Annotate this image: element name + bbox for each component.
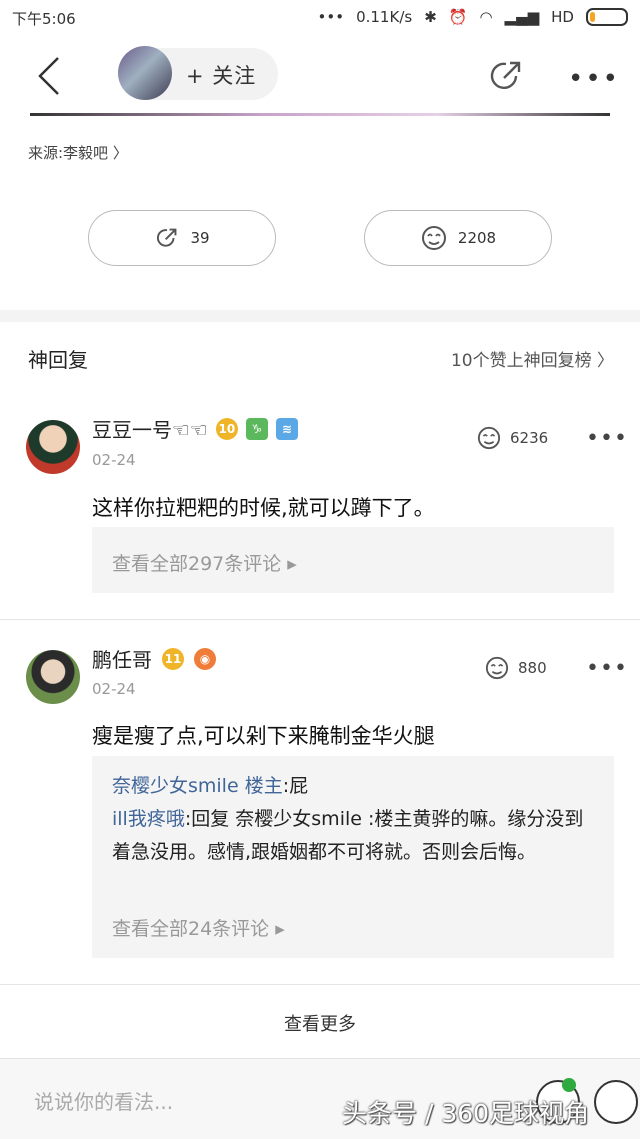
reply-author[interactable]: 奈樱少女smile 楼主 xyxy=(112,775,283,797)
comment-text: 这样你拉粑粑的时候,就可以蹲下了。 xyxy=(92,496,435,520)
cell-signal-icon: ▂▄▆ xyxy=(504,8,540,26)
share-count-button[interactable]: 39 xyxy=(88,210,276,266)
reply-text: :屁 xyxy=(282,775,309,797)
commenter-name[interactable]: 鹏任哥 xyxy=(92,644,152,673)
comment-header: 鹏任哥 11 ◉ xyxy=(92,644,216,673)
comment-divider xyxy=(0,619,640,620)
bluetooth-icon: ✱ xyxy=(424,8,437,26)
like-count: 2208 xyxy=(457,229,497,247)
battery-icon xyxy=(586,8,628,26)
share-icon xyxy=(157,228,177,247)
section-gap xyxy=(0,310,640,322)
comment-header: 豆豆一号☜☜ 10 ♑ ≋ xyxy=(92,414,298,443)
reply-box[interactable]: 查看全部297条评论 ▸ xyxy=(92,527,614,593)
comment-date: 02-24 xyxy=(92,680,136,698)
signal-dots-icon: ••• xyxy=(317,8,345,26)
water-badge-icon: ≋ xyxy=(275,417,298,440)
share-count: 39 xyxy=(190,229,210,247)
comment-input[interactable]: 说说你的看法... xyxy=(34,1086,173,1115)
section-title: 神回复 xyxy=(28,348,88,372)
thumbs-up-face-icon xyxy=(421,226,446,250)
comment-divider xyxy=(0,984,640,985)
alarm-icon: ⏰ xyxy=(448,8,468,26)
commenter-name[interactable]: 豆豆一号☜☜ xyxy=(92,414,208,443)
comment-more-icon[interactable]: ••• xyxy=(586,656,628,681)
reply-list: 奈樱少女smile 楼主:屁 ill我疼哦:回复 奈樱少女smile :楼主黄骅… xyxy=(112,770,598,869)
author-avatar[interactable] xyxy=(118,46,172,100)
commenter-avatar[interactable] xyxy=(26,650,80,704)
back-arrow-icon[interactable] xyxy=(36,56,62,96)
view-more-button[interactable]: 查看更多 xyxy=(0,1010,640,1036)
view-all-replies-link[interactable]: 查看全部297条评论 ▸ xyxy=(112,549,297,576)
reply-box[interactable]: 奈樱少女smile 楼主:屁 ill我疼哦:回复 奈樱少女smile :楼主黄骅… xyxy=(92,756,614,958)
more-options-icon[interactable]: ••• xyxy=(568,64,620,94)
hot-replies-ranking-link[interactable]: 10个赞上神回复榜 〉 xyxy=(451,346,614,371)
image-bottom-edge xyxy=(30,113,610,116)
status-time: 下午5:06 xyxy=(12,10,76,28)
network-speed: 0.11K/s xyxy=(356,8,413,26)
like-count-button[interactable]: 2208 xyxy=(364,210,552,266)
zodiac-badge-icon: ♑ xyxy=(245,417,268,440)
game-controller-badge-icon: ◉ xyxy=(194,647,216,670)
commenter-avatar[interactable] xyxy=(26,420,80,474)
wifi-icon: ◠ xyxy=(479,8,493,26)
follow-button[interactable]: + 关注 xyxy=(186,60,256,90)
view-all-replies-link[interactable]: 查看全部24条评论 ▸ xyxy=(112,914,285,941)
comment-date: 02-24 xyxy=(92,451,136,469)
watermark: 头条号 / 360足球视角 xyxy=(342,1099,590,1128)
hd-label: HD xyxy=(551,8,574,26)
reply-item[interactable]: 奈樱少女smile 楼主:屁 xyxy=(112,770,598,803)
share-icon[interactable] xyxy=(486,56,526,96)
comment-text: 瘦是瘦了点,可以剁下来腌制金华火腿 xyxy=(92,724,435,748)
comment-like-count: 880 xyxy=(518,659,547,677)
reply-author[interactable]: ill我疼哦 xyxy=(112,808,185,830)
level-badge: 10 xyxy=(215,417,238,440)
comment-like-button[interactable]: 6236 xyxy=(476,426,548,450)
reply-item[interactable]: ill我疼哦:回复 奈樱少女smile :楼主黄骅的嘛。缘分没到着急没用。感情,… xyxy=(112,803,598,869)
source-link[interactable]: 来源:李毅吧 〉 xyxy=(28,142,128,163)
thumbs-up-face-icon xyxy=(477,426,501,450)
comment-like-button[interactable]: 880 xyxy=(484,656,547,680)
comment-like-count: 6236 xyxy=(510,429,549,447)
level-badge: 11 xyxy=(162,647,184,670)
status-bar: 下午5:06 ••• 0.11K/s ✱ ⏰ ◠ ▂▄▆ HD xyxy=(0,0,640,36)
comment-more-icon[interactable]: ••• xyxy=(586,426,628,451)
status-icons: ••• 0.11K/s ✱ ⏰ ◠ ▂▄▆ HD xyxy=(318,8,628,26)
thumbs-up-face-icon xyxy=(485,656,509,680)
panda-sticker-icon[interactable] xyxy=(594,1080,638,1124)
